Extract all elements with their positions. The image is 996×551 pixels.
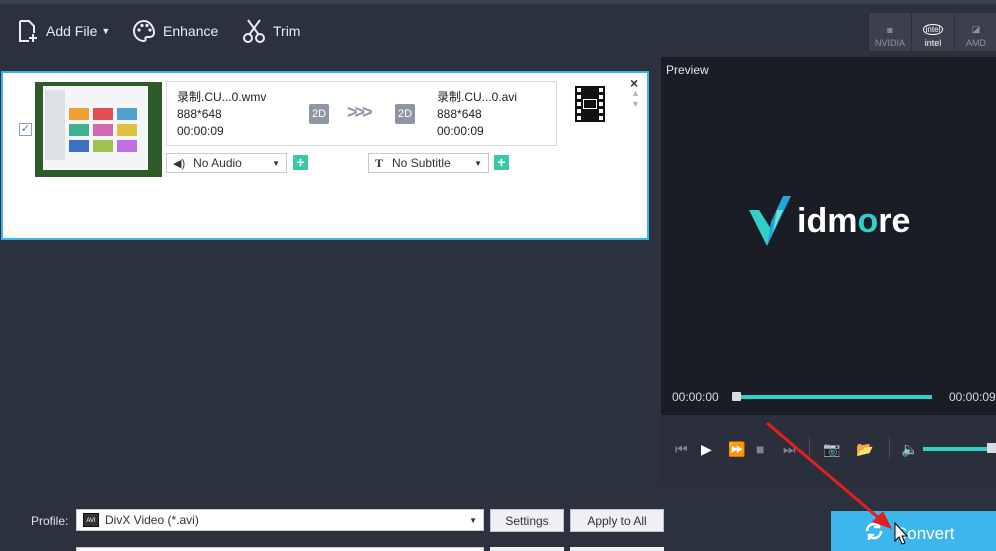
source-info: 录制.CU...0.wmv 888*648 00:00:09 bbox=[177, 89, 266, 140]
intel-acceleration[interactable]: intel intel bbox=[912, 13, 954, 51]
destination-field[interactable] bbox=[76, 547, 484, 551]
palette-icon bbox=[132, 19, 156, 43]
chevron-down-icon: ▼ bbox=[272, 158, 280, 168]
thumbnail-window bbox=[43, 86, 148, 170]
chevron-down-icon[interactable]: ▼ bbox=[101, 26, 110, 36]
target-2d-badge[interactable]: 2D bbox=[395, 104, 415, 124]
chevron-down-icon: ▼ bbox=[469, 515, 477, 525]
move-down-icon[interactable]: ▼ bbox=[631, 99, 640, 109]
nvidia-label: NVIDIA bbox=[874, 38, 905, 48]
subtitle-select[interactable]: T No Subtitle ▼ bbox=[368, 153, 489, 173]
playback-controls: ⏮ ▶ ⏩ ■ ⏭ 📷 📂 🔈 bbox=[661, 415, 996, 487]
profile-value: DivX Video (*.avi) bbox=[105, 513, 199, 527]
audio-track-select[interactable]: ◀) No Audio ▼ bbox=[166, 153, 287, 173]
scissors-icon bbox=[242, 18, 266, 44]
stop-icon[interactable]: ■ bbox=[756, 441, 764, 457]
text-icon: T bbox=[375, 155, 384, 170]
vidmore-logo: idmore bbox=[747, 192, 910, 250]
trim-label: Trim bbox=[273, 23, 301, 39]
source-filename: 录制.CU...0.wmv bbox=[177, 90, 267, 104]
target-info: 录制.CU...0.avi 888*648 00:00:09 bbox=[437, 89, 517, 140]
preview-title: Preview bbox=[666, 63, 709, 77]
folder-icon[interactable]: 📂 bbox=[856, 441, 873, 458]
amd-label: AMD bbox=[966, 38, 986, 48]
skip-back-icon[interactable]: ⏮ bbox=[675, 441, 688, 458]
play-icon[interactable]: ▶ bbox=[701, 441, 712, 458]
camera-icon[interactable]: 📷 bbox=[823, 441, 840, 458]
source-duration: 00:00:09 bbox=[177, 124, 224, 138]
convert-icon bbox=[863, 520, 885, 547]
add-subtitle-button[interactable]: + bbox=[494, 155, 509, 170]
current-time: 00:00:00 bbox=[672, 390, 719, 404]
convert-label: Convert bbox=[895, 523, 955, 543]
add-file-button[interactable]: Add File ▼ bbox=[17, 16, 110, 46]
intel-label: intel bbox=[924, 38, 942, 48]
source-2d-badge[interactable]: 2D bbox=[309, 104, 329, 124]
seek-bar[interactable] bbox=[734, 395, 932, 399]
subtitle-value: No Subtitle bbox=[392, 156, 451, 170]
profile-label: Profile: bbox=[31, 514, 69, 528]
nvidia-icon: ◙ bbox=[887, 25, 893, 35]
move-up-icon[interactable]: ▲ bbox=[631, 88, 640, 98]
divider bbox=[889, 437, 890, 459]
trim-button[interactable]: Trim bbox=[242, 16, 300, 46]
seek-handle[interactable] bbox=[732, 392, 741, 401]
divider bbox=[809, 437, 810, 459]
volume-handle[interactable] bbox=[987, 443, 996, 453]
target-resolution: 888*648 bbox=[437, 107, 482, 121]
skip-forward-icon[interactable]: ⏭ bbox=[783, 441, 796, 458]
fast-forward-icon[interactable]: ⏩ bbox=[728, 441, 745, 458]
apply-to-all-button[interactable]: Apply to All bbox=[570, 509, 664, 532]
amd-icon: ◪ bbox=[971, 24, 981, 34]
browse-button[interactable] bbox=[490, 547, 564, 551]
source-resolution: 888*648 bbox=[177, 107, 222, 121]
add-audio-button[interactable]: + bbox=[293, 155, 308, 170]
settings-button[interactable]: Settings bbox=[490, 509, 564, 532]
avi-format-icon: AVI bbox=[83, 513, 99, 527]
output-format-icon[interactable] bbox=[574, 85, 606, 128]
volume-slider[interactable] bbox=[923, 447, 996, 451]
profile-select[interactable]: AVI DivX Video (*.avi) ▼ bbox=[76, 509, 484, 531]
audio-track-value: No Audio bbox=[193, 156, 242, 170]
toolbar: Add File ▼ Enhance Trim ◙ NVIDIA intel i… bbox=[0, 4, 996, 57]
target-filename: 录制.CU...0.avi bbox=[437, 90, 518, 104]
preview-panel: Preview idmore 00:00:00 00:00:09 ⏮ ▶ ⏩ ■… bbox=[661, 57, 996, 487]
total-time: 00:00:09 bbox=[949, 390, 996, 404]
enhance-button[interactable]: Enhance bbox=[132, 16, 218, 46]
file-list: ✓ 录制.CU...0.wmv 888*648 00:00:09 2D >>> … bbox=[0, 57, 659, 485]
amd-acceleration[interactable]: ◪ AMD bbox=[955, 13, 996, 51]
target-duration: 00:00:09 bbox=[437, 124, 484, 138]
bottom-panel: Profile: AVI DivX Video (*.avi) ▼ Settin… bbox=[0, 487, 996, 551]
vidmore-wordmark: idmore bbox=[797, 201, 911, 240]
chevron-down-icon: ▼ bbox=[474, 158, 482, 168]
convert-button[interactable]: Convert bbox=[831, 511, 996, 551]
add-file-label: Add File bbox=[46, 23, 98, 39]
video-thumbnail[interactable] bbox=[35, 82, 162, 177]
nvidia-acceleration[interactable]: ◙ NVIDIA bbox=[869, 13, 911, 51]
enhance-label: Enhance bbox=[163, 23, 219, 39]
file-info-box: 录制.CU...0.wmv 888*648 00:00:09 2D >>> 2D… bbox=[166, 81, 557, 146]
open-folder-button[interactable] bbox=[570, 547, 664, 551]
intel-icon: intel bbox=[922, 24, 944, 35]
file-item[interactable]: ✓ 录制.CU...0.wmv 888*648 00:00:09 2D >>> … bbox=[1, 71, 649, 240]
convert-arrows-icon: >>> bbox=[347, 102, 372, 122]
volume-icon[interactable]: 🔈 bbox=[901, 441, 918, 458]
vidmore-v-icon bbox=[749, 196, 791, 246]
file-checkbox[interactable]: ✓ bbox=[19, 123, 32, 136]
add-file-icon bbox=[17, 19, 39, 43]
speaker-icon: ◀) bbox=[173, 157, 186, 170]
